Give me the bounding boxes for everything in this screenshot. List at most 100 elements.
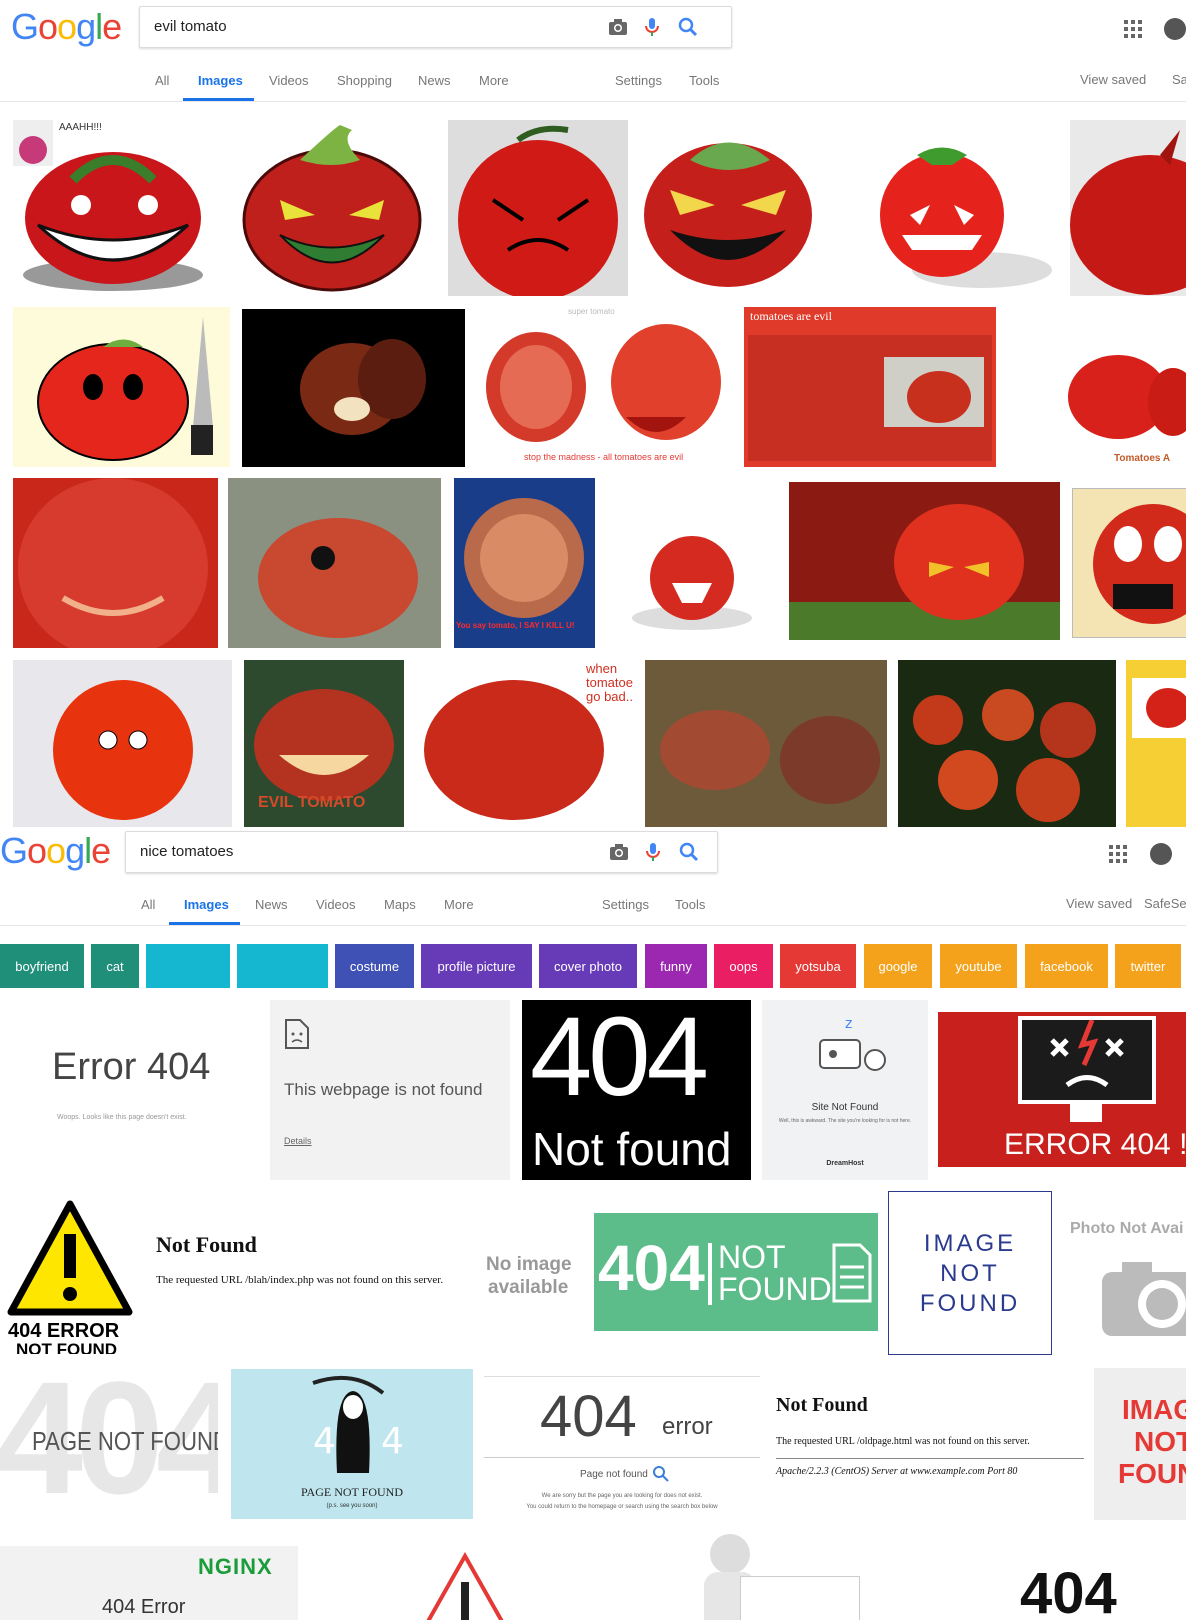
tab-all[interactable]: All xyxy=(141,897,155,912)
chip-costume[interactable]: costume xyxy=(335,944,414,988)
tab-images[interactable]: Images xyxy=(198,73,243,88)
chip-youtube[interactable]: youtube xyxy=(940,944,1017,988)
image-result-apache-not-found-blah[interactable]: Not Found The requested URL /blah/index.… xyxy=(150,1194,468,1354)
search-input[interactable]: evil tomato xyxy=(154,18,227,35)
image-result-military-tomatoes[interactable] xyxy=(645,660,887,827)
tools-link[interactable]: Tools xyxy=(675,897,705,912)
safesearch-link[interactable]: SafeS xyxy=(1172,72,1186,87)
image-result-chrome-not-found[interactable]: This webpage is not found Details xyxy=(270,1000,510,1180)
tile-caption: stop the madness - all tomatoes are evil xyxy=(524,452,684,462)
chip-boyfriend[interactable]: boyfriend xyxy=(0,944,84,988)
image-result-reaper-page-not-found[interactable]: 44 PAGE NOT FOUND (p.s. see you soon) xyxy=(231,1369,473,1519)
image-result-knife-tomato[interactable] xyxy=(13,307,230,467)
chip-label: twitter xyxy=(1130,958,1166,974)
image-result-jackolantern-tomato[interactable] xyxy=(832,120,1058,296)
chip-cat[interactable]: cat xyxy=(91,944,139,988)
camera-icon[interactable] xyxy=(606,15,630,39)
chip-facebook[interactable]: facebook xyxy=(1025,944,1108,988)
tab-more[interactable]: More xyxy=(444,897,474,912)
microphone-icon[interactable] xyxy=(640,15,664,39)
chip-funny[interactable]: funny xyxy=(645,944,707,988)
tab-news[interactable]: News xyxy=(255,897,288,912)
chip-profile-picture[interactable]: profile picture xyxy=(421,944,532,988)
details-link[interactable]: Details xyxy=(284,1136,312,1146)
safesearch-link[interactable]: SafeSea xyxy=(1144,896,1186,911)
tab-more[interactable]: More xyxy=(479,73,509,88)
image-result-tomatoes-are-evil-site[interactable]: tomatoes are evil xyxy=(744,307,996,467)
image-result-dreamhost-not-found[interactable]: z Site Not Found Well, this is awkward. … xyxy=(762,1000,928,1180)
image-result-googly-eyes-tomato[interactable] xyxy=(13,660,232,827)
image-result-image-not-found[interactable]: IMAGE NOT FOUND xyxy=(888,1191,1052,1355)
chip-yotsuba[interactable]: yotsuba xyxy=(780,944,856,988)
image-result-error-404-monitor[interactable]: ERROR 404 ! xyxy=(938,1012,1186,1167)
tab-videos[interactable]: Videos xyxy=(316,897,356,912)
chip-twitter[interactable]: twitter xyxy=(1115,944,1181,988)
image-result-cartoon-tomato[interactable] xyxy=(240,120,424,296)
image-result-vampire-tomato[interactable] xyxy=(607,478,777,648)
image-result-horned-tomato[interactable] xyxy=(1070,120,1186,296)
image-result-page-not-found-gray[interactable]: 404 PAGE NOT FOUND xyxy=(0,1368,218,1520)
camera-icon[interactable] xyxy=(607,840,631,864)
tools-link[interactable]: Tools xyxy=(689,73,719,88)
image-result-404-warning-sign[interactable]: 404 ERROR NOT FOUND xyxy=(0,1194,140,1354)
image-result-404-black[interactable]: 404 xyxy=(1000,1560,1186,1620)
image-result-fanged-tomato[interactable] xyxy=(640,120,816,296)
tab-all[interactable]: All xyxy=(155,73,169,88)
image-result-error-404-plain[interactable]: Error 404 Woops. Looks like this page do… xyxy=(13,1000,257,1180)
image-result-photo-not-available[interactable]: Photo Not Avai xyxy=(1062,1194,1186,1354)
view-saved-link[interactable]: View saved xyxy=(1066,896,1132,911)
tab-shopping[interactable]: Shopping xyxy=(337,73,392,88)
error-hr xyxy=(776,1458,1084,1459)
search-box[interactable]: nice tomatoes xyxy=(125,831,718,873)
error-big-number: 404 xyxy=(530,1000,709,1119)
google-logo[interactable]: Google xyxy=(0,830,111,872)
image-result-tomato-crowd[interactable] xyxy=(898,660,1116,827)
apps-grid-icon[interactable] xyxy=(1124,20,1142,38)
image-result-evil-tomato-pumpkin[interactable]: EVIL TOMATO xyxy=(244,660,404,827)
tab-maps[interactable]: Maps xyxy=(384,897,416,912)
chip-cover-photo[interactable]: cover photo xyxy=(539,944,637,988)
image-result-image-not-found-red[interactable]: IMAG NOT FOUN xyxy=(1094,1368,1186,1520)
image-result-super-tomato[interactable]: super tomato stop the madness - all toma… xyxy=(476,307,722,467)
image-result-nginx-404[interactable]: NGINX 404 Error xyxy=(0,1546,298,1620)
chip-oops[interactable]: oops xyxy=(714,944,773,988)
image-not-line-1: IMAGE xyxy=(923,1230,1017,1257)
image-result-when-tomatoes-go-bad[interactable]: when tomatoe go bad.. xyxy=(414,660,635,827)
apps-grid-icon[interactable] xyxy=(1109,845,1127,863)
image-result-angry-real-tomato[interactable] xyxy=(448,120,628,296)
tab-images[interactable]: Images xyxy=(184,897,229,912)
image-result-pokemon-card[interactable] xyxy=(1126,660,1186,827)
image-result-tomato-monster[interactable]: AAAHH!!! xyxy=(13,120,206,296)
google-logo[interactable]: Google xyxy=(11,6,122,48)
no-image-line-1: No image xyxy=(486,1254,572,1275)
image-result-sliced-face[interactable] xyxy=(13,478,218,648)
image-result-tomatoes-a[interactable]: Tomatoes A xyxy=(1008,307,1186,467)
view-saved-link[interactable]: View saved xyxy=(1080,72,1146,87)
image-result-3d-figure-sign[interactable] xyxy=(700,1534,860,1620)
tab-videos[interactable]: Videos xyxy=(269,73,309,88)
image-result-eyeball-tomato[interactable] xyxy=(228,478,441,648)
search-icon[interactable] xyxy=(676,15,700,39)
chip-blank-1[interactable] xyxy=(146,944,230,988)
image-result-you-say-tomato[interactable]: You say tomato, I SAY I KILL U! xyxy=(454,478,595,648)
image-result-bob-tomato[interactable] xyxy=(1072,488,1186,638)
settings-link[interactable]: Settings xyxy=(602,897,649,912)
image-result-warning-partial[interactable] xyxy=(420,1552,510,1620)
image-result-404-not-found-green[interactable]: 404 NOT FOUND xyxy=(594,1213,878,1331)
settings-link[interactable]: Settings xyxy=(615,73,662,88)
search-box[interactable]: evil tomato xyxy=(139,6,732,48)
search-icon[interactable] xyxy=(677,840,701,864)
account-avatar[interactable] xyxy=(1164,18,1186,40)
chip-blank-2[interactable] xyxy=(237,944,328,988)
image-result-apache-not-found-oldpage[interactable]: Not Found The requested URL /oldpage.htm… xyxy=(770,1380,1090,1490)
tab-news[interactable]: News xyxy=(418,73,451,88)
image-result-404-error-search[interactable]: 404 error Page not found We are sorry bu… xyxy=(484,1376,760,1521)
microphone-icon[interactable] xyxy=(641,840,665,864)
image-result-no-image-available[interactable]: No image available xyxy=(474,1250,584,1302)
account-avatar[interactable] xyxy=(1150,843,1172,865)
search-input[interactable]: nice tomatoes xyxy=(140,843,233,860)
image-result-404-thin[interactable]: 404 Not found xyxy=(522,1000,751,1180)
chip-google[interactable]: google xyxy=(864,944,932,988)
image-result-bob-tomato-angry[interactable] xyxy=(789,482,1060,640)
image-result-dark-tomatoes[interactable] xyxy=(242,309,465,467)
